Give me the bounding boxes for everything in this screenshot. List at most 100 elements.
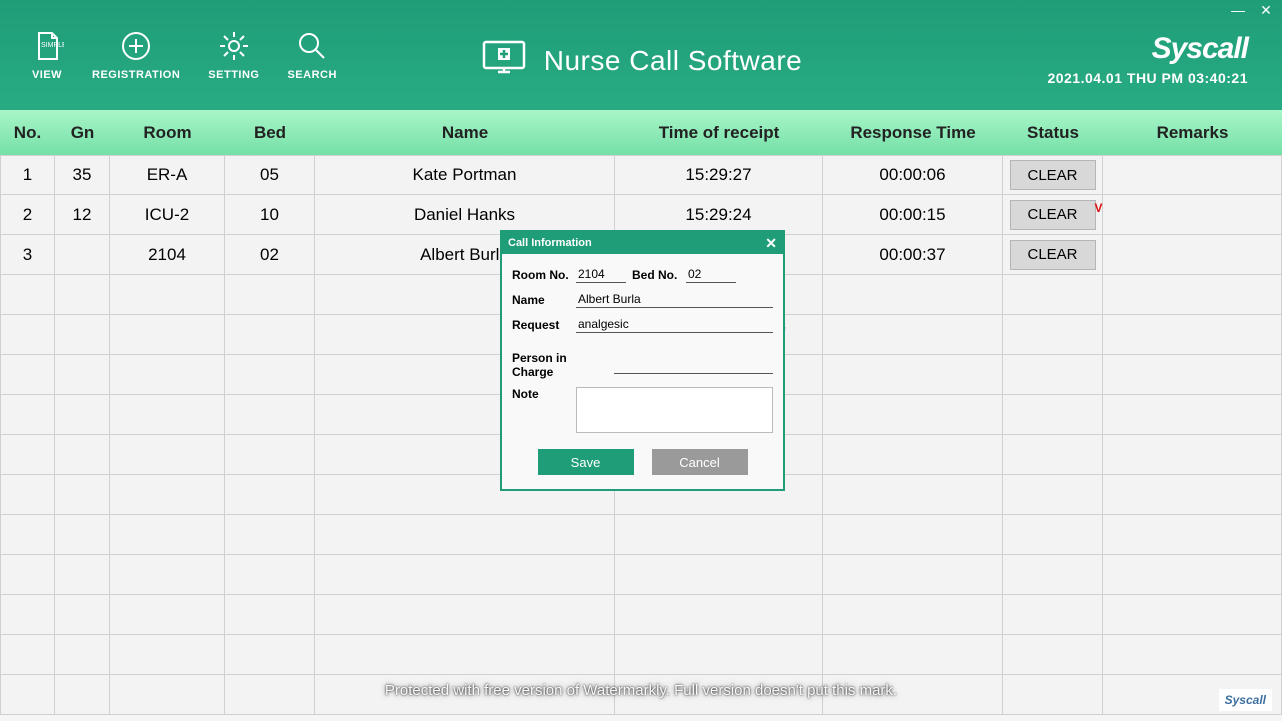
cell-empty: [315, 515, 615, 555]
cell-empty: [225, 315, 315, 355]
cell-resp: 00:00:37: [823, 235, 1003, 275]
cell-empty: [55, 475, 110, 515]
label-bed-no: Bed No.: [632, 268, 680, 282]
table-row-empty: [0, 515, 1282, 555]
table-row[interactable]: 135ER-A05Kate Portman15:29:2700:00:06CLE…: [0, 155, 1282, 195]
cell-empty: [1003, 275, 1103, 315]
table-row-empty: [0, 555, 1282, 595]
cell-empty: [225, 555, 315, 595]
minimize-icon[interactable]: —: [1228, 2, 1248, 18]
cell-empty: [0, 435, 55, 475]
col-room: Room: [110, 123, 225, 143]
cell-bed: 05: [225, 155, 315, 195]
cell-empty: [110, 435, 225, 475]
cell-empty: [0, 395, 55, 435]
monitor-plus-icon: [480, 38, 528, 83]
cell-empty: [225, 475, 315, 515]
gear-icon: [217, 29, 251, 63]
cell-resp: 00:00:06: [823, 155, 1003, 195]
cell-empty: [823, 355, 1003, 395]
cell-empty: [110, 555, 225, 595]
app-title: Nurse Call Software: [544, 45, 802, 77]
search-button[interactable]: SEARCH: [287, 29, 336, 81]
cell-empty: [1003, 355, 1103, 395]
cell-gn: 12: [55, 195, 110, 235]
datetime-label: 2021.04.01 THU PM 03:40:21: [1047, 70, 1248, 86]
cell-empty: [823, 435, 1003, 475]
cell-status: CLEAR: [1003, 235, 1103, 275]
table-row[interactable]: 212ICU-210Daniel Hanks15:29:2400:00:15CL…: [0, 195, 1282, 235]
room-no-field[interactable]: [576, 266, 626, 283]
col-bed: Bed: [225, 123, 315, 143]
cell-empty: [1003, 475, 1103, 515]
cell-empty: [225, 595, 315, 635]
view-label: VIEW: [32, 69, 62, 81]
clear-button[interactable]: CLEAR: [1010, 160, 1096, 190]
cell-empty: [55, 435, 110, 475]
cell-empty: [1003, 515, 1103, 555]
column-header: No. Gn Room Bed Name Time of receipt Res…: [0, 110, 1282, 155]
cell-empty: [1003, 595, 1103, 635]
cell-empty: [823, 475, 1003, 515]
cell-time: 15:29:24: [615, 195, 823, 235]
cell-bed: 10: [225, 195, 315, 235]
cell-empty: [1003, 435, 1103, 475]
clear-button[interactable]: CLEAR: [1010, 200, 1096, 230]
cell-empty: [1103, 275, 1282, 315]
cell-empty: [0, 595, 55, 635]
document-icon: SIMPLE: [30, 29, 64, 63]
view-button[interactable]: SIMPLE VIEW: [30, 29, 64, 81]
plus-circle-icon: [119, 29, 153, 63]
cell-empty: [823, 555, 1003, 595]
cell-empty: [225, 395, 315, 435]
cell-no: 3: [0, 235, 55, 275]
cell-empty: [615, 595, 823, 635]
cell-empty: [55, 555, 110, 595]
cell-empty: [225, 435, 315, 475]
note-field[interactable]: [576, 387, 773, 433]
cell-empty: [225, 515, 315, 555]
cell-empty: [0, 475, 55, 515]
save-button[interactable]: Save: [538, 449, 634, 475]
cell-empty: [1103, 555, 1282, 595]
cell-empty: [1003, 675, 1103, 715]
col-time: Time of receipt: [615, 123, 823, 143]
cell-empty: [615, 675, 823, 715]
cell-room: ER-A: [110, 155, 225, 195]
setting-button[interactable]: SETTING: [208, 29, 259, 81]
cell-empty: [110, 635, 225, 675]
cell-name: Daniel Hanks: [315, 195, 615, 235]
person-in-charge-field[interactable]: [614, 357, 773, 374]
cell-empty: [615, 555, 823, 595]
cell-empty: [55, 635, 110, 675]
cell-empty: [0, 675, 55, 715]
cell-empty: [315, 595, 615, 635]
bed-no-field[interactable]: [686, 266, 736, 283]
name-field[interactable]: [576, 291, 773, 308]
dialog-title: Call Information: [508, 237, 592, 249]
request-field[interactable]: [576, 316, 773, 333]
cell-time: 15:29:27: [615, 155, 823, 195]
cell-empty: [55, 315, 110, 355]
cell-empty: [225, 675, 315, 715]
close-icon[interactable]: ✕: [765, 235, 777, 252]
svg-text:SIMPLE: SIMPLE: [41, 42, 64, 49]
cell-empty: [0, 555, 55, 595]
cell-gn: 35: [55, 155, 110, 195]
setting-label: SETTING: [208, 69, 259, 81]
cancel-button[interactable]: Cancel: [652, 449, 748, 475]
close-window-icon[interactable]: ✕: [1256, 2, 1276, 18]
cell-empty: [110, 475, 225, 515]
cell-remarks: [1103, 235, 1282, 275]
search-icon: [295, 29, 329, 63]
search-label: SEARCH: [287, 69, 336, 81]
cell-empty: [823, 675, 1003, 715]
registration-button[interactable]: REGISTRATION: [92, 29, 180, 81]
col-no: No.: [0, 123, 55, 143]
clear-button[interactable]: CLEAR: [1010, 240, 1096, 270]
registration-label: REGISTRATION: [92, 69, 180, 81]
cell-empty: [1003, 555, 1103, 595]
cell-no: 2: [0, 195, 55, 235]
cell-remarks: [1103, 155, 1282, 195]
brand-logo: Syscall: [1047, 32, 1248, 66]
